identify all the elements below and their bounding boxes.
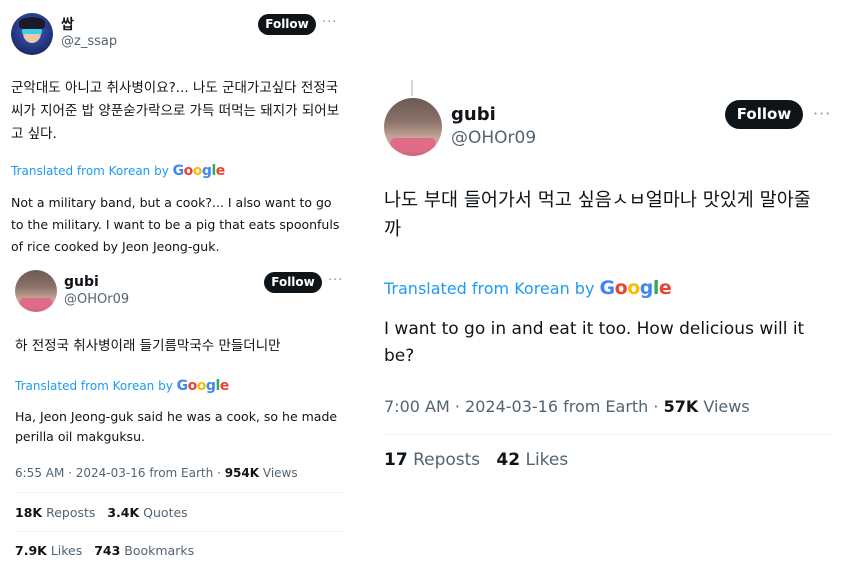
- more-icon[interactable]: ···: [328, 273, 343, 288]
- reposts-label: Reposts: [413, 450, 481, 470]
- bookmarks-label: Bookmarks: [124, 543, 195, 558]
- more-icon[interactable]: ···: [322, 15, 337, 30]
- reposts-count: 18K: [15, 505, 43, 520]
- bookmarks-stat[interactable]: 743 Bookmarks: [94, 543, 194, 558]
- follow-button[interactable]: Follow: [725, 100, 803, 129]
- divider: [15, 531, 343, 532]
- follow-button[interactable]: Follow: [258, 14, 316, 35]
- views-label: Views: [703, 397, 750, 416]
- avatar-hair: [19, 17, 45, 29]
- quotes-label: Quotes: [143, 505, 188, 520]
- engagement-stats: 18K Reposts 3.4K Quotes: [15, 505, 188, 520]
- tweet-meta: 6:55 AM · 2024-03-16 from Earth · 954K V…: [15, 466, 298, 480]
- translated-label: Translated from Korean by: [11, 164, 169, 178]
- user-handle[interactable]: @OHOr09: [64, 292, 129, 307]
- user-name[interactable]: 쌉: [61, 14, 74, 34]
- translated-attribution[interactable]: Translated from Korean by Google: [11, 163, 225, 179]
- likes-label: Likes: [525, 450, 569, 470]
- tweet-text: 군악대도 아니고 취사병이요?... 나도 군대가고싶다 전정국씨가 지어준 밥…: [11, 80, 340, 142]
- translated-attribution[interactable]: Translated from Korean by Google: [15, 378, 229, 394]
- views-count: 954K: [224, 466, 260, 480]
- reposts-label: Reposts: [46, 505, 96, 520]
- likes-label: Likes: [50, 543, 83, 558]
- avatar-bowl: [20, 298, 52, 308]
- translation-text: I want to go in and eat it too. How deli…: [384, 319, 805, 366]
- reposts-stat[interactable]: 18K Reposts: [15, 505, 95, 520]
- likes-stat[interactable]: 42 Likes: [496, 450, 568, 470]
- follow-button[interactable]: Follow: [264, 272, 322, 293]
- user-name[interactable]: gubi: [451, 104, 496, 125]
- avatar[interactable]: [384, 98, 442, 156]
- avatar-bowl: [391, 138, 435, 151]
- translation-text: Not a military band, but a cook?... I al…: [11, 195, 340, 254]
- tweet-text: 나도 부대 들어가서 먹고 싶음ㅅㅂ얼마나 맛있게 말아줄까: [384, 190, 811, 240]
- quotes-stat[interactable]: 3.4K Quotes: [107, 505, 187, 520]
- engagement-stats: 17 Reposts 42 Likes: [384, 450, 568, 470]
- divider: [384, 434, 834, 435]
- timestamp[interactable]: 6:55 AM · 2024-03-16 from Earth ·: [15, 466, 221, 480]
- likes-count: 7.9K: [15, 543, 47, 558]
- reposts-stat[interactable]: 17 Reposts: [384, 450, 480, 470]
- translated-label: Translated from Korean by: [384, 279, 595, 298]
- quotes-count: 3.4K: [107, 505, 140, 520]
- tweet-text: 하 전정국 취사병이래 들기름막국수 만들더니만: [15, 338, 281, 354]
- avatar-glasses: [22, 29, 42, 34]
- more-icon[interactable]: ···: [813, 104, 831, 123]
- timestamp[interactable]: 7:00 AM · 2024-03-16 from Earth ·: [384, 397, 659, 416]
- user-handle[interactable]: @z_ssap: [61, 34, 117, 49]
- likes-stat[interactable]: 7.9K Likes: [15, 543, 82, 558]
- divider: [15, 492, 343, 493]
- avatar[interactable]: [15, 270, 57, 312]
- reposts-count: 17: [384, 450, 408, 470]
- translation-text: Ha, Jeon Jeong-guk said he was a cook, s…: [15, 409, 338, 444]
- thread-line: [411, 80, 413, 96]
- bookmarks-count: 743: [94, 543, 121, 558]
- engagement-stats: 7.9K Likes 743 Bookmarks: [15, 543, 194, 558]
- likes-count: 42: [496, 450, 521, 470]
- google-logo: Google: [176, 378, 230, 394]
- user-name[interactable]: gubi: [64, 274, 99, 290]
- google-logo: Google: [172, 163, 226, 179]
- google-logo: Google: [599, 277, 672, 299]
- views-label: Views: [262, 466, 298, 480]
- translated-attribution[interactable]: Translated from Korean by Google: [384, 277, 672, 299]
- tweet-meta: 7:00 AM · 2024-03-16 from Earth · 57K Vi…: [384, 397, 750, 416]
- avatar[interactable]: [11, 13, 53, 55]
- translated-label: Translated from Korean by: [15, 379, 173, 393]
- views-count: 57K: [663, 397, 699, 416]
- user-handle[interactable]: @OHOr09: [451, 128, 536, 148]
